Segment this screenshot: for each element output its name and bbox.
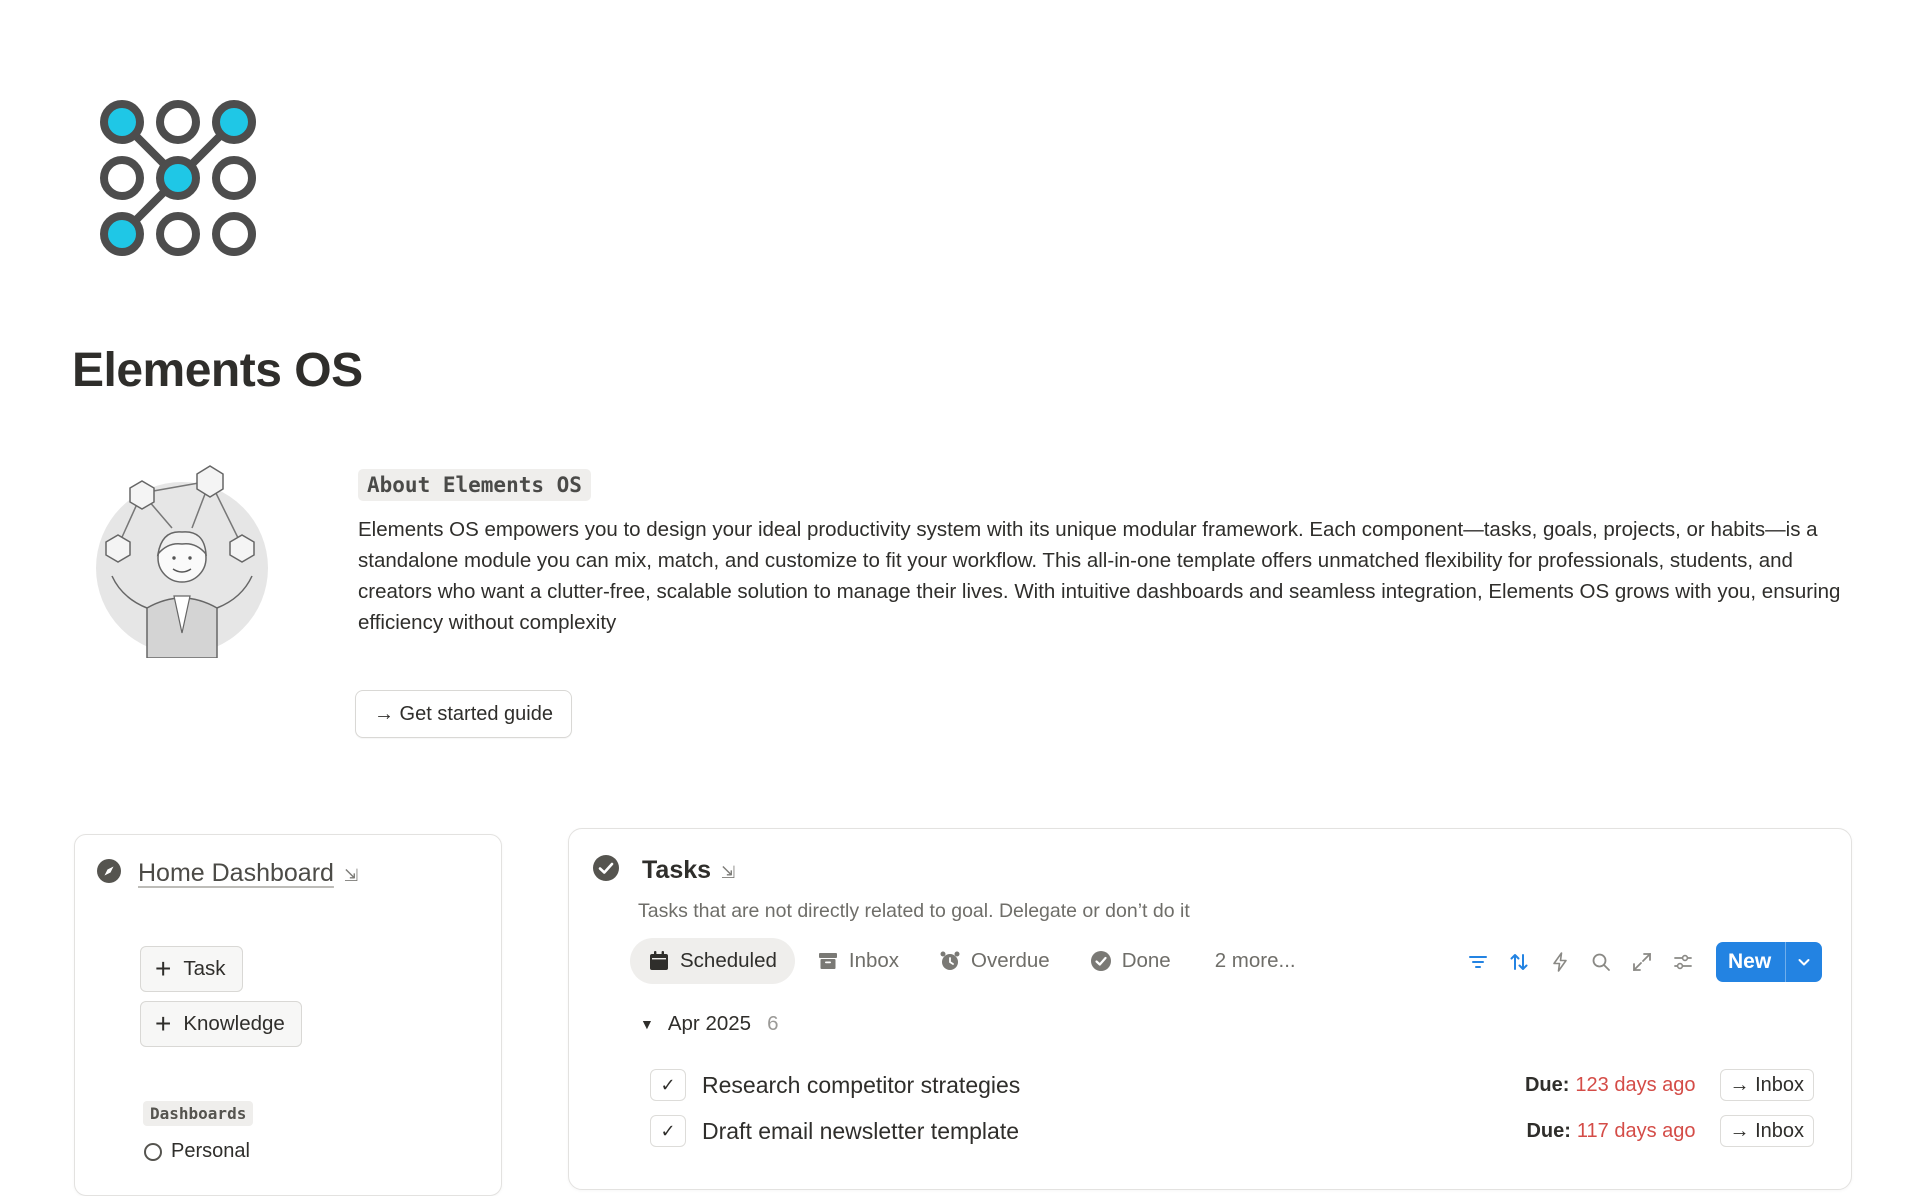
alarm-clock-icon [939, 950, 961, 972]
tab-overdue[interactable]: Overdue [921, 938, 1068, 984]
task-name[interactable]: Research competitor strategies [702, 1072, 1525, 1099]
compass-icon [96, 858, 122, 889]
tab-label: Scheduled [680, 949, 777, 972]
task-row[interactable]: ✓ Research competitor strategies Due: 12… [650, 1065, 1814, 1105]
triangle-down-icon[interactable]: ▼ [640, 1016, 654, 1032]
check-circle-icon [592, 854, 620, 887]
tasks-description: Tasks that are not directly related to g… [638, 900, 1190, 922]
add-knowledge-button[interactable]: + Knowledge [140, 1001, 302, 1047]
dashboard-item-personal[interactable]: Personal [143, 1140, 250, 1163]
tasks-title-link[interactable]: Tasks [642, 856, 711, 885]
group-count: 6 [767, 1012, 779, 1035]
view-tabs: Scheduled Inbox Overdue Done 2 more... [630, 938, 1318, 984]
automation-icon[interactable] [1540, 942, 1580, 982]
task-checkbox[interactable]: ✓ [650, 1115, 686, 1147]
personal-icon [143, 1142, 163, 1162]
dashboards-section-label: Dashboards [143, 1101, 254, 1126]
move-to-inbox-button[interactable]: → Inbox [1719, 1115, 1814, 1147]
move-to-inbox-button[interactable]: → Inbox [1719, 1069, 1814, 1101]
sort-icon[interactable] [1499, 942, 1539, 982]
due-label: Due: [1524, 1073, 1570, 1096]
search-icon[interactable] [1581, 942, 1621, 982]
link-arrow-icon: ⇲ [343, 865, 359, 885]
due-value: 117 days ago [1576, 1119, 1696, 1142]
plus-icon: + [155, 953, 172, 984]
settings-icon[interactable] [1663, 942, 1703, 982]
add-task-label: Task [183, 957, 226, 980]
tab-label: Done [1121, 949, 1171, 972]
database-toolbar: New [1458, 942, 1823, 982]
tab-scheduled[interactable]: Scheduled [630, 938, 795, 984]
tab-label: 2 more... [1214, 949, 1296, 972]
tasks-header: Tasks ⇲ [592, 854, 735, 887]
tab-label: Inbox [848, 949, 900, 972]
tab-inbox[interactable]: Inbox [799, 938, 917, 984]
group-label: Apr 2025 [667, 1012, 752, 1035]
about-description: Elements OS empowers you to design your … [358, 518, 1841, 634]
tab-label: Overdue [971, 949, 1050, 972]
task-name[interactable]: Draft email newsletter template [702, 1118, 1526, 1145]
plus-icon: + [155, 1008, 172, 1039]
task-checkbox[interactable]: ✓ [650, 1069, 686, 1101]
archive-icon [817, 950, 839, 972]
due-value: 123 days ago [1575, 1073, 1696, 1096]
get-started-guide-button[interactable]: → Get started guide [355, 690, 572, 738]
chevron-down-icon[interactable] [1786, 954, 1822, 970]
tab-done[interactable]: Done [1072, 938, 1189, 984]
new-button-label: New [1728, 950, 1772, 973]
filter-icon[interactable] [1458, 942, 1498, 982]
about-heading: About Elements OS [358, 469, 591, 501]
add-knowledge-label: Knowledge [183, 1012, 285, 1035]
due-label: Due: [1526, 1119, 1571, 1142]
add-task-button[interactable]: + Task [140, 946, 243, 992]
expand-icon[interactable] [1622, 942, 1662, 982]
page-title: Elements OS [72, 344, 363, 397]
check-circle-icon [1090, 950, 1112, 972]
elements-os-logo [100, 100, 256, 256]
home-dashboard-header: Home Dashboard ⇲ [96, 858, 358, 889]
home-dashboard-link[interactable]: Home Dashboard [138, 859, 334, 888]
link-arrow-icon: ⇲ [721, 862, 736, 882]
group-header[interactable]: ▼ Apr 2025 6 [640, 1012, 778, 1036]
task-row[interactable]: ✓ Draft email newsletter template Due: 1… [650, 1111, 1814, 1151]
person-with-cubes-illustration [96, 465, 268, 658]
dashboard-item-label: Personal [171, 1140, 250, 1162]
new-button[interactable]: New [1716, 942, 1823, 982]
tab-more[interactable]: 2 more... [1193, 938, 1314, 984]
get-started-guide-label: → Get started guide [374, 702, 553, 725]
calendar-icon [648, 950, 670, 972]
